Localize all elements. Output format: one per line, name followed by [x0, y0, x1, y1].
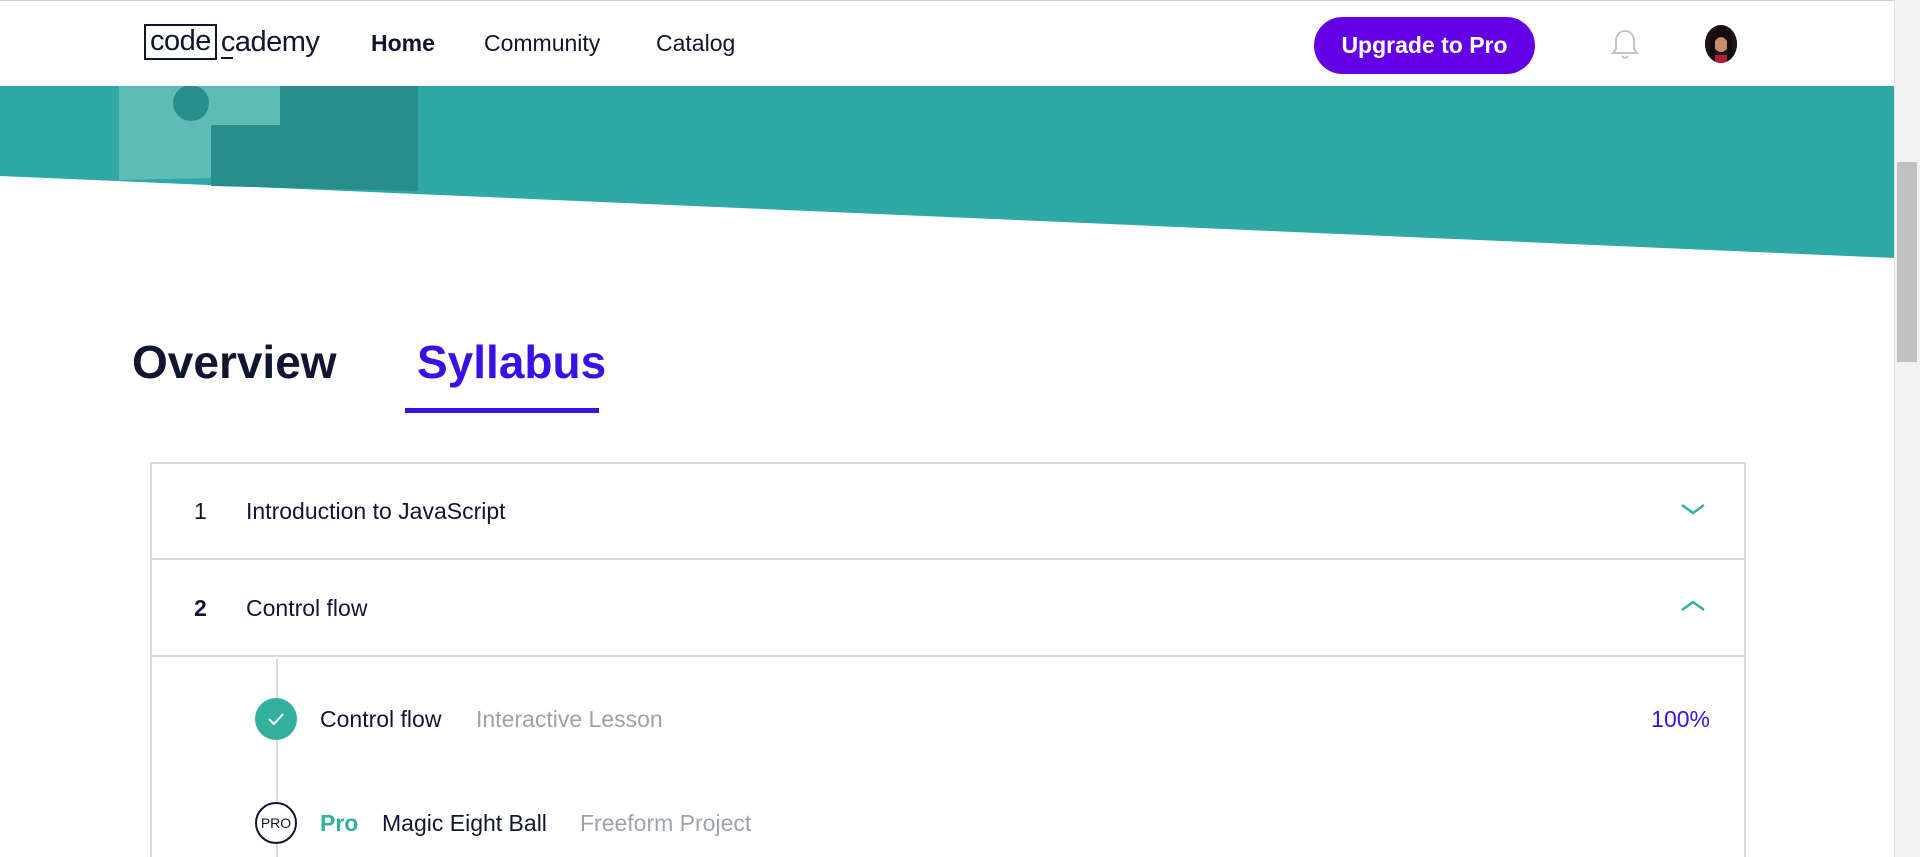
- lesson-item[interactable]: Control flow Interactive Lesson 100%: [152, 690, 1744, 750]
- chevron-down-icon[interactable]: [1680, 500, 1706, 518]
- avatar-image: [1705, 25, 1737, 63]
- bell-icon[interactable]: [1610, 28, 1640, 62]
- module-row[interactable]: 1 Introduction to JavaScript: [152, 464, 1744, 560]
- module-row[interactable]: 2 Control flow: [152, 561, 1744, 657]
- chevron-up-icon[interactable]: [1680, 597, 1706, 615]
- scrollbar-thumb[interactable]: [1897, 162, 1917, 362]
- logo-code-box: code: [144, 24, 217, 60]
- module-title: Introduction to JavaScript: [246, 498, 506, 524]
- logo-cademy-text: cademy: [220, 25, 320, 59]
- pro-badge-icon: PRO: [255, 802, 297, 844]
- module-number: 1: [194, 498, 207, 524]
- lesson-progress: 100%: [1651, 706, 1710, 732]
- nav-home[interactable]: Home: [371, 30, 435, 57]
- lesson-type: Interactive Lesson: [476, 706, 663, 732]
- top-navigation-bar: code cademy Home Community Catalog Upgra…: [0, 0, 1894, 86]
- check-icon: [255, 698, 297, 740]
- user-avatar[interactable]: [1705, 25, 1737, 63]
- nav-community[interactable]: Community: [484, 30, 600, 57]
- lesson-item[interactable]: PRO Pro Magic Eight Ball Freeform Projec…: [152, 794, 1744, 854]
- tab-syllabus[interactable]: Syllabus: [417, 335, 606, 389]
- lesson-title: Magic Eight Ball: [382, 810, 547, 836]
- nav-catalog[interactable]: Catalog: [656, 30, 735, 57]
- module-number: 2: [194, 595, 207, 621]
- module-title: Control flow: [246, 595, 368, 621]
- page-scrollbar[interactable]: [1894, 0, 1920, 857]
- tab-overview[interactable]: Overview: [132, 335, 337, 389]
- lesson-type: Freeform Project: [580, 810, 752, 836]
- lesson-title: Control flow: [320, 706, 442, 732]
- active-tab-underline: [405, 408, 599, 413]
- syllabus-panel: 1 Introduction to JavaScript 2 Control f…: [150, 462, 1746, 857]
- course-banner: [0, 86, 1894, 258]
- pro-label: Pro: [320, 810, 359, 836]
- codecademy-logo[interactable]: code cademy: [144, 23, 320, 61]
- upgrade-to-pro-button[interactable]: Upgrade to Pro: [1314, 17, 1535, 74]
